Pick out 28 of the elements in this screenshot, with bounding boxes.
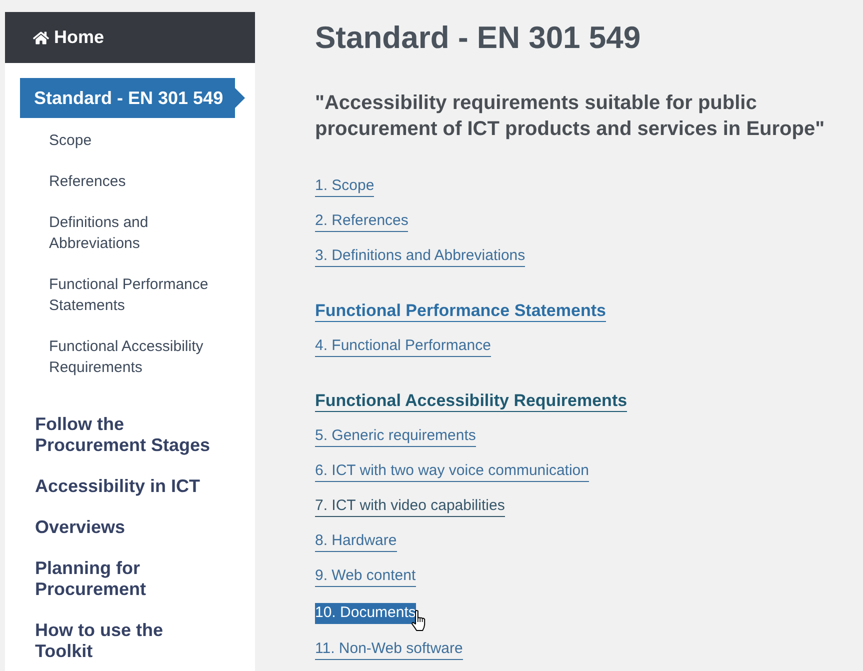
heading-link[interactable]: Functional Accessibility Requirements <box>315 391 628 412</box>
section-link[interactable]: 2. References <box>315 211 408 232</box>
nav-link[interactable]: How to use the Toolkit <box>35 620 223 662</box>
home-link[interactable]: Home <box>5 12 255 63</box>
section-link[interactable]: 11. Non-Web software <box>315 639 463 660</box>
section-link[interactable]: 8. Hardware <box>315 531 397 552</box>
heading-link[interactable]: Functional Performance Statements <box>315 301 606 322</box>
section-link[interactable]: 4. Functional Performance <box>315 336 491 357</box>
nav-link[interactable]: Accessibility in ICT <box>35 476 223 497</box>
nav-link[interactable]: Standard - EN 301 549 <box>20 78 245 118</box>
section-link[interactable]: 5. Generic requirements <box>315 426 476 447</box>
nav-link[interactable]: Follow the Procurement Stages <box>35 414 223 456</box>
nav-sublink[interactable]: Scope <box>49 130 224 151</box>
nav-sublink[interactable]: References <box>49 171 224 192</box>
nav-sublink[interactable]: Functional Performance Statements <box>49 274 224 316</box>
section-link[interactable]: 10. Documents <box>315 603 416 624</box>
page-subtitle: "Accessibility requirements suitable for public procurement of ICT products and services in Europe" <box>315 91 826 142</box>
page-title: Standard - EN 301 549 <box>315 19 641 57</box>
nav-link[interactable]: Planning for Procurement <box>35 558 223 600</box>
section-link[interactable]: 1. Scope <box>315 176 374 197</box>
section-link[interactable]: 6. ICT with two way voice communication <box>315 461 589 482</box>
section-link[interactable]: 7. ICT with video capabilities <box>315 496 505 517</box>
home-icon <box>33 30 49 46</box>
nav-sublink[interactable]: Definitions and Abbreviations <box>49 212 224 254</box>
section-link[interactable]: 3. Definitions and Abbreviations <box>315 246 526 267</box>
section-link[interactable]: 9. Web content <box>315 566 416 587</box>
nav-sublink[interactable]: Functional Accessibility Requirements <box>49 336 224 378</box>
nav-link[interactable]: Overviews <box>35 517 223 538</box>
